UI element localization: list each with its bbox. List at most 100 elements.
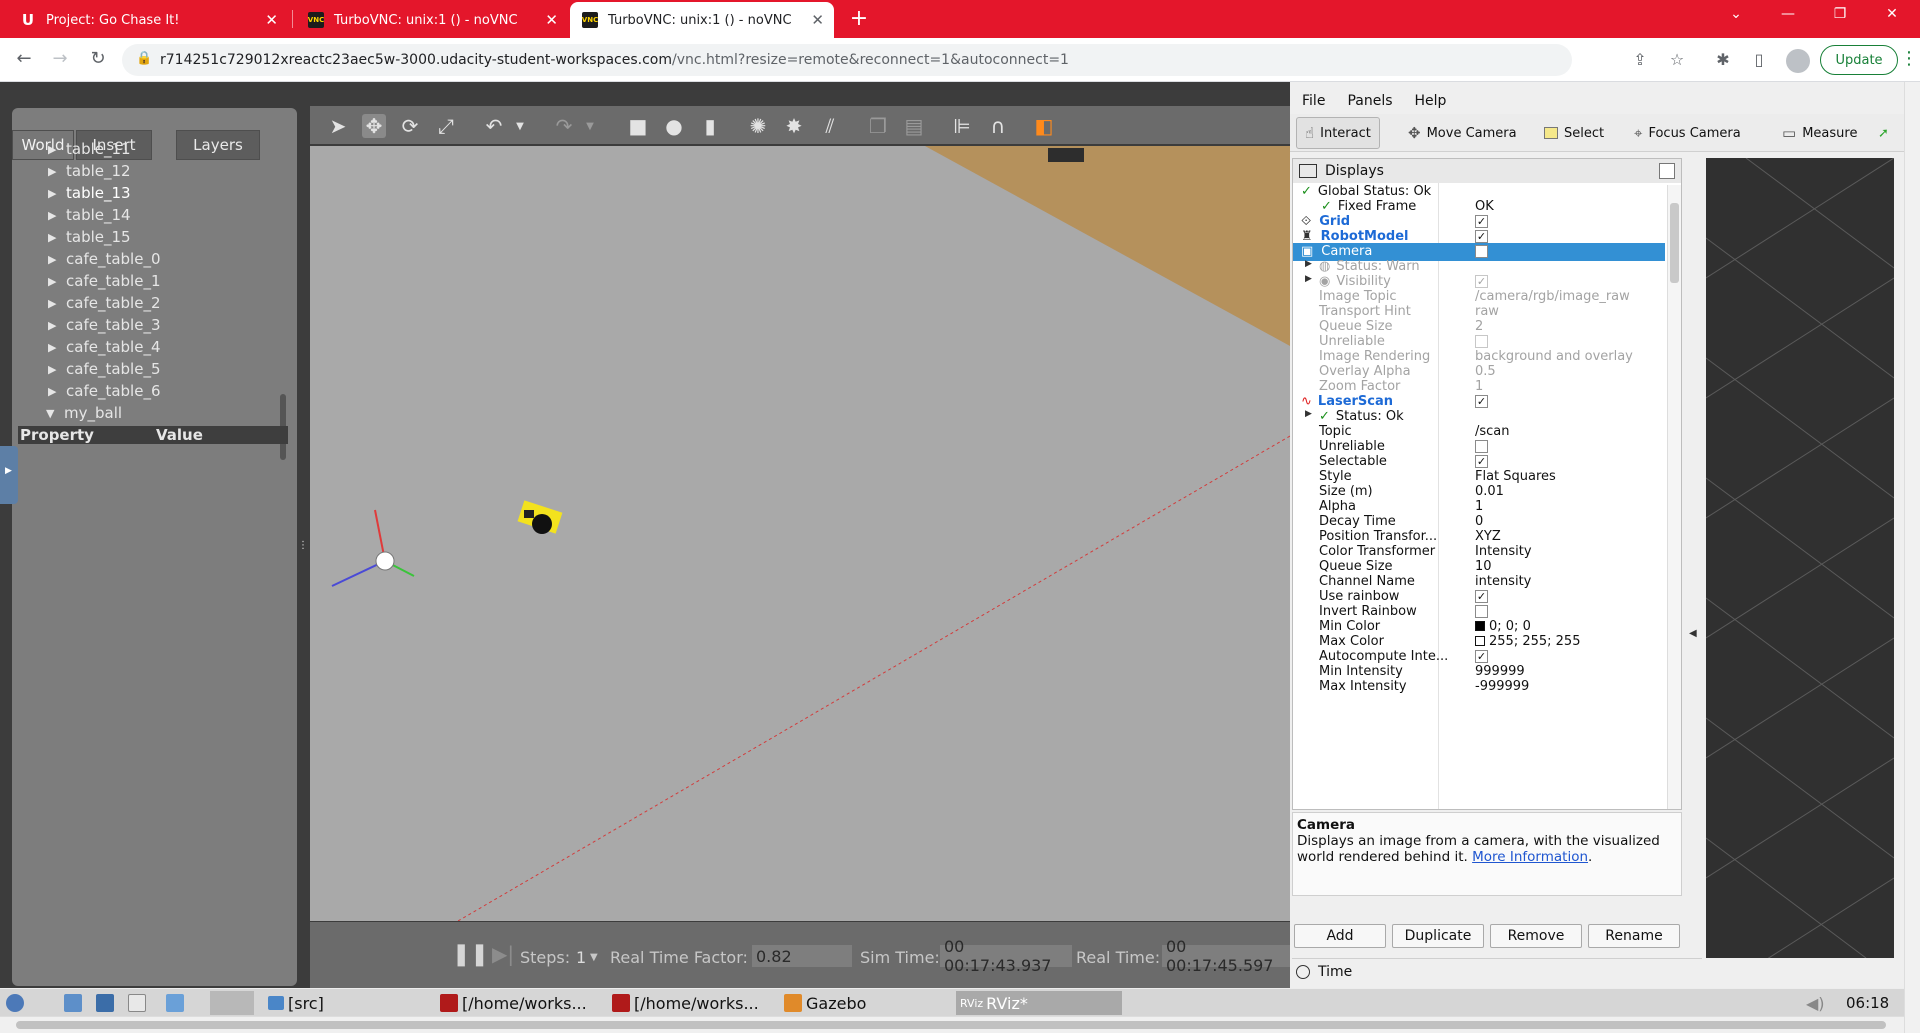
reload-icon[interactable]: ↻ xyxy=(84,48,112,69)
tree-item[interactable]: ▶ table_11 xyxy=(20,138,131,160)
expand-arrow-icon[interactable]: ▶ xyxy=(48,385,66,398)
taskbar-item-rviz[interactable]: RViz RViz* xyxy=(956,991,1122,1015)
expand-arrow-icon[interactable]: ▶ xyxy=(48,209,66,222)
taskbar-item-terminal-2[interactable]: [/home/works... xyxy=(612,991,759,1015)
more-information-link[interactable]: More Information xyxy=(1472,849,1588,865)
enable-checkbox[interactable]: ✓ xyxy=(1475,395,1488,408)
rename-button[interactable]: Rename xyxy=(1588,924,1680,948)
spot-light-icon[interactable]: ✸ xyxy=(782,114,806,138)
steps-value[interactable]: 1 xyxy=(576,948,586,967)
expand-arrow-icon[interactable]: ▶ xyxy=(48,143,66,156)
add-button[interactable]: Add xyxy=(1294,924,1386,948)
change-view-icon[interactable]: ◧ xyxy=(1032,114,1056,138)
paste-icon[interactable]: ▤ xyxy=(902,114,926,138)
vnc-horizontal-scrollbar[interactable] xyxy=(0,1016,1904,1033)
start-menu-icon[interactable] xyxy=(6,991,28,1015)
tree-item[interactable]: ▶ cafe_table_3 xyxy=(20,314,160,336)
side-panel-icon[interactable]: ▯ xyxy=(1748,50,1770,69)
tree-item[interactable]: ▶ table_15 xyxy=(20,226,131,248)
collapse-left-icon[interactable]: ◀ xyxy=(1689,628,1697,639)
profile-avatar[interactable] xyxy=(1786,49,1810,73)
tree-item[interactable]: ▶ table_14 xyxy=(20,204,131,226)
settings-launcher-icon[interactable] xyxy=(96,991,118,1015)
expand-arrow-icon[interactable]: ▶ xyxy=(1305,409,1312,419)
taskbar-item-gazebo[interactable]: Gazebo xyxy=(784,991,866,1015)
close-tab-icon[interactable]: ✕ xyxy=(265,11,278,29)
expand-arrow-icon[interactable]: ▶ xyxy=(48,187,66,200)
gazebo-3d-view[interactable] xyxy=(310,146,1290,921)
tab-search-icon[interactable]: ⌄ xyxy=(1716,6,1756,22)
tree-item[interactable]: ▶ cafe_table_1 xyxy=(20,270,160,292)
steps-dropdown-icon[interactable]: ▼ xyxy=(590,952,598,963)
new-tab-icon[interactable]: + xyxy=(846,6,872,31)
step-icon[interactable]: ▶| xyxy=(492,942,514,966)
expand-arrow-icon[interactable]: ▶ xyxy=(48,253,66,266)
share-icon[interactable]: ⇪ xyxy=(1629,50,1651,69)
minimize-icon[interactable]: — xyxy=(1768,6,1808,22)
undock-icon[interactable] xyxy=(1659,163,1675,179)
panel-splitter[interactable]: ◀ xyxy=(1686,158,1700,958)
expand-arrow-icon[interactable]: ▶ xyxy=(1305,259,1312,269)
taskbar-item-terminal-1[interactable]: [/home/works... xyxy=(440,991,587,1015)
app-launcher-icon[interactable] xyxy=(166,991,188,1015)
url-input[interactable]: 🔒 r714251c729012xreactc23aec5w-3000.udac… xyxy=(122,44,1572,76)
menu-panels[interactable]: Panels xyxy=(1347,93,1392,109)
taskbar-item-src[interactable]: [src] xyxy=(268,991,324,1015)
tree-item[interactable]: ▼ my_ball xyxy=(20,402,122,424)
interact-tool-button[interactable]: ☝ Interact xyxy=(1296,117,1380,149)
point-light-icon[interactable]: ✺ xyxy=(746,114,770,138)
restore-icon[interactable]: ❐ xyxy=(1820,6,1860,22)
select-arrow-icon[interactable]: ➤ xyxy=(326,114,350,138)
expand-arrow-icon[interactable]: ▶ xyxy=(48,297,66,310)
enable-checkbox[interactable]: ✓ xyxy=(1475,455,1488,468)
scrollbar-thumb[interactable] xyxy=(1670,203,1679,283)
expand-arrow-icon[interactable]: ▶ xyxy=(48,275,66,288)
close-tab-icon[interactable]: ✕ xyxy=(545,11,558,29)
side-panel-handle[interactable]: ▶ xyxy=(0,446,18,504)
enable-checkbox[interactable]: ✓ xyxy=(1475,230,1488,243)
enable-checkbox[interactable] xyxy=(1475,245,1488,258)
move-camera-tool-button[interactable]: ✥ Move Camera xyxy=(1400,117,1525,149)
copy-icon[interactable]: ❐ xyxy=(866,114,890,138)
vnc-desktop[interactable]: World Insert Layers ▶ table_11 ▶ table_12 … xyxy=(0,82,1904,1033)
menu-kebab-icon[interactable]: ⋮ xyxy=(1900,48,1918,69)
browser-tab-vnc-2[interactable]: VNC TurboVNC: unix:1 () - noVNC ✕ xyxy=(570,2,834,38)
remove-button[interactable]: Remove xyxy=(1490,924,1582,948)
rviz-3d-view[interactable] xyxy=(1706,158,1894,958)
scrollbar-thumb[interactable] xyxy=(16,1021,1886,1029)
sphere-shape-icon[interactable]: ● xyxy=(662,114,686,138)
display-row[interactable]: Max Intensity -999999 xyxy=(1293,678,1665,696)
redo-icon[interactable]: ↷ xyxy=(552,114,576,138)
undo-dropdown-icon[interactable]: ▼ xyxy=(508,114,532,138)
color-swatch[interactable] xyxy=(1475,636,1485,646)
cylinder-shape-icon[interactable]: ▮ xyxy=(698,114,722,138)
enable-checkbox[interactable]: ✓ xyxy=(1475,650,1488,663)
box-shape-icon[interactable]: ■ xyxy=(626,114,650,138)
enable-checkbox[interactable] xyxy=(1475,440,1488,453)
rviz-grid-svg[interactable] xyxy=(1706,158,1894,958)
browser-tab-project[interactable]: U Project: Go Chase It! ✕ xyxy=(8,2,288,38)
expand-arrow-icon[interactable]: ▶ xyxy=(48,363,66,376)
update-button[interactable]: Update xyxy=(1820,45,1898,75)
tree-item[interactable]: ▶ cafe_table_5 xyxy=(20,358,160,380)
extensions-icon[interactable]: ✱ xyxy=(1712,50,1734,69)
select-tool-button[interactable]: Select xyxy=(1536,117,1612,149)
volume-icon[interactable]: ◀) xyxy=(1806,991,1825,1015)
undo-icon[interactable]: ↶ xyxy=(482,114,506,138)
align-icon[interactable]: ⊫ xyxy=(950,114,974,138)
menu-file[interactable]: File xyxy=(1302,93,1325,109)
tree-item[interactable]: ▶ table_13 xyxy=(20,182,131,204)
enable-checkbox[interactable]: ✓ xyxy=(1475,590,1488,603)
tree-item[interactable]: ▶ cafe_table_2 xyxy=(20,292,160,314)
forward-icon[interactable]: → xyxy=(46,48,74,69)
expand-arrow-icon[interactable]: ▶ xyxy=(48,231,66,244)
vnc-vertical-scrollbar[interactable] xyxy=(1904,82,1920,1033)
enable-checkbox[interactable]: ✓ xyxy=(1475,215,1488,228)
rotate-icon[interactable]: ⟳ xyxy=(398,114,422,138)
tree-item[interactable]: ▶ cafe_table_6 xyxy=(20,380,160,402)
enable-checkbox[interactable]: ✓ xyxy=(1475,275,1488,288)
enable-checkbox[interactable] xyxy=(1475,335,1488,348)
color-swatch[interactable] xyxy=(1475,621,1485,631)
terminal-launcher-icon[interactable] xyxy=(128,991,150,1015)
scale-icon[interactable]: ⤢ xyxy=(434,114,458,138)
